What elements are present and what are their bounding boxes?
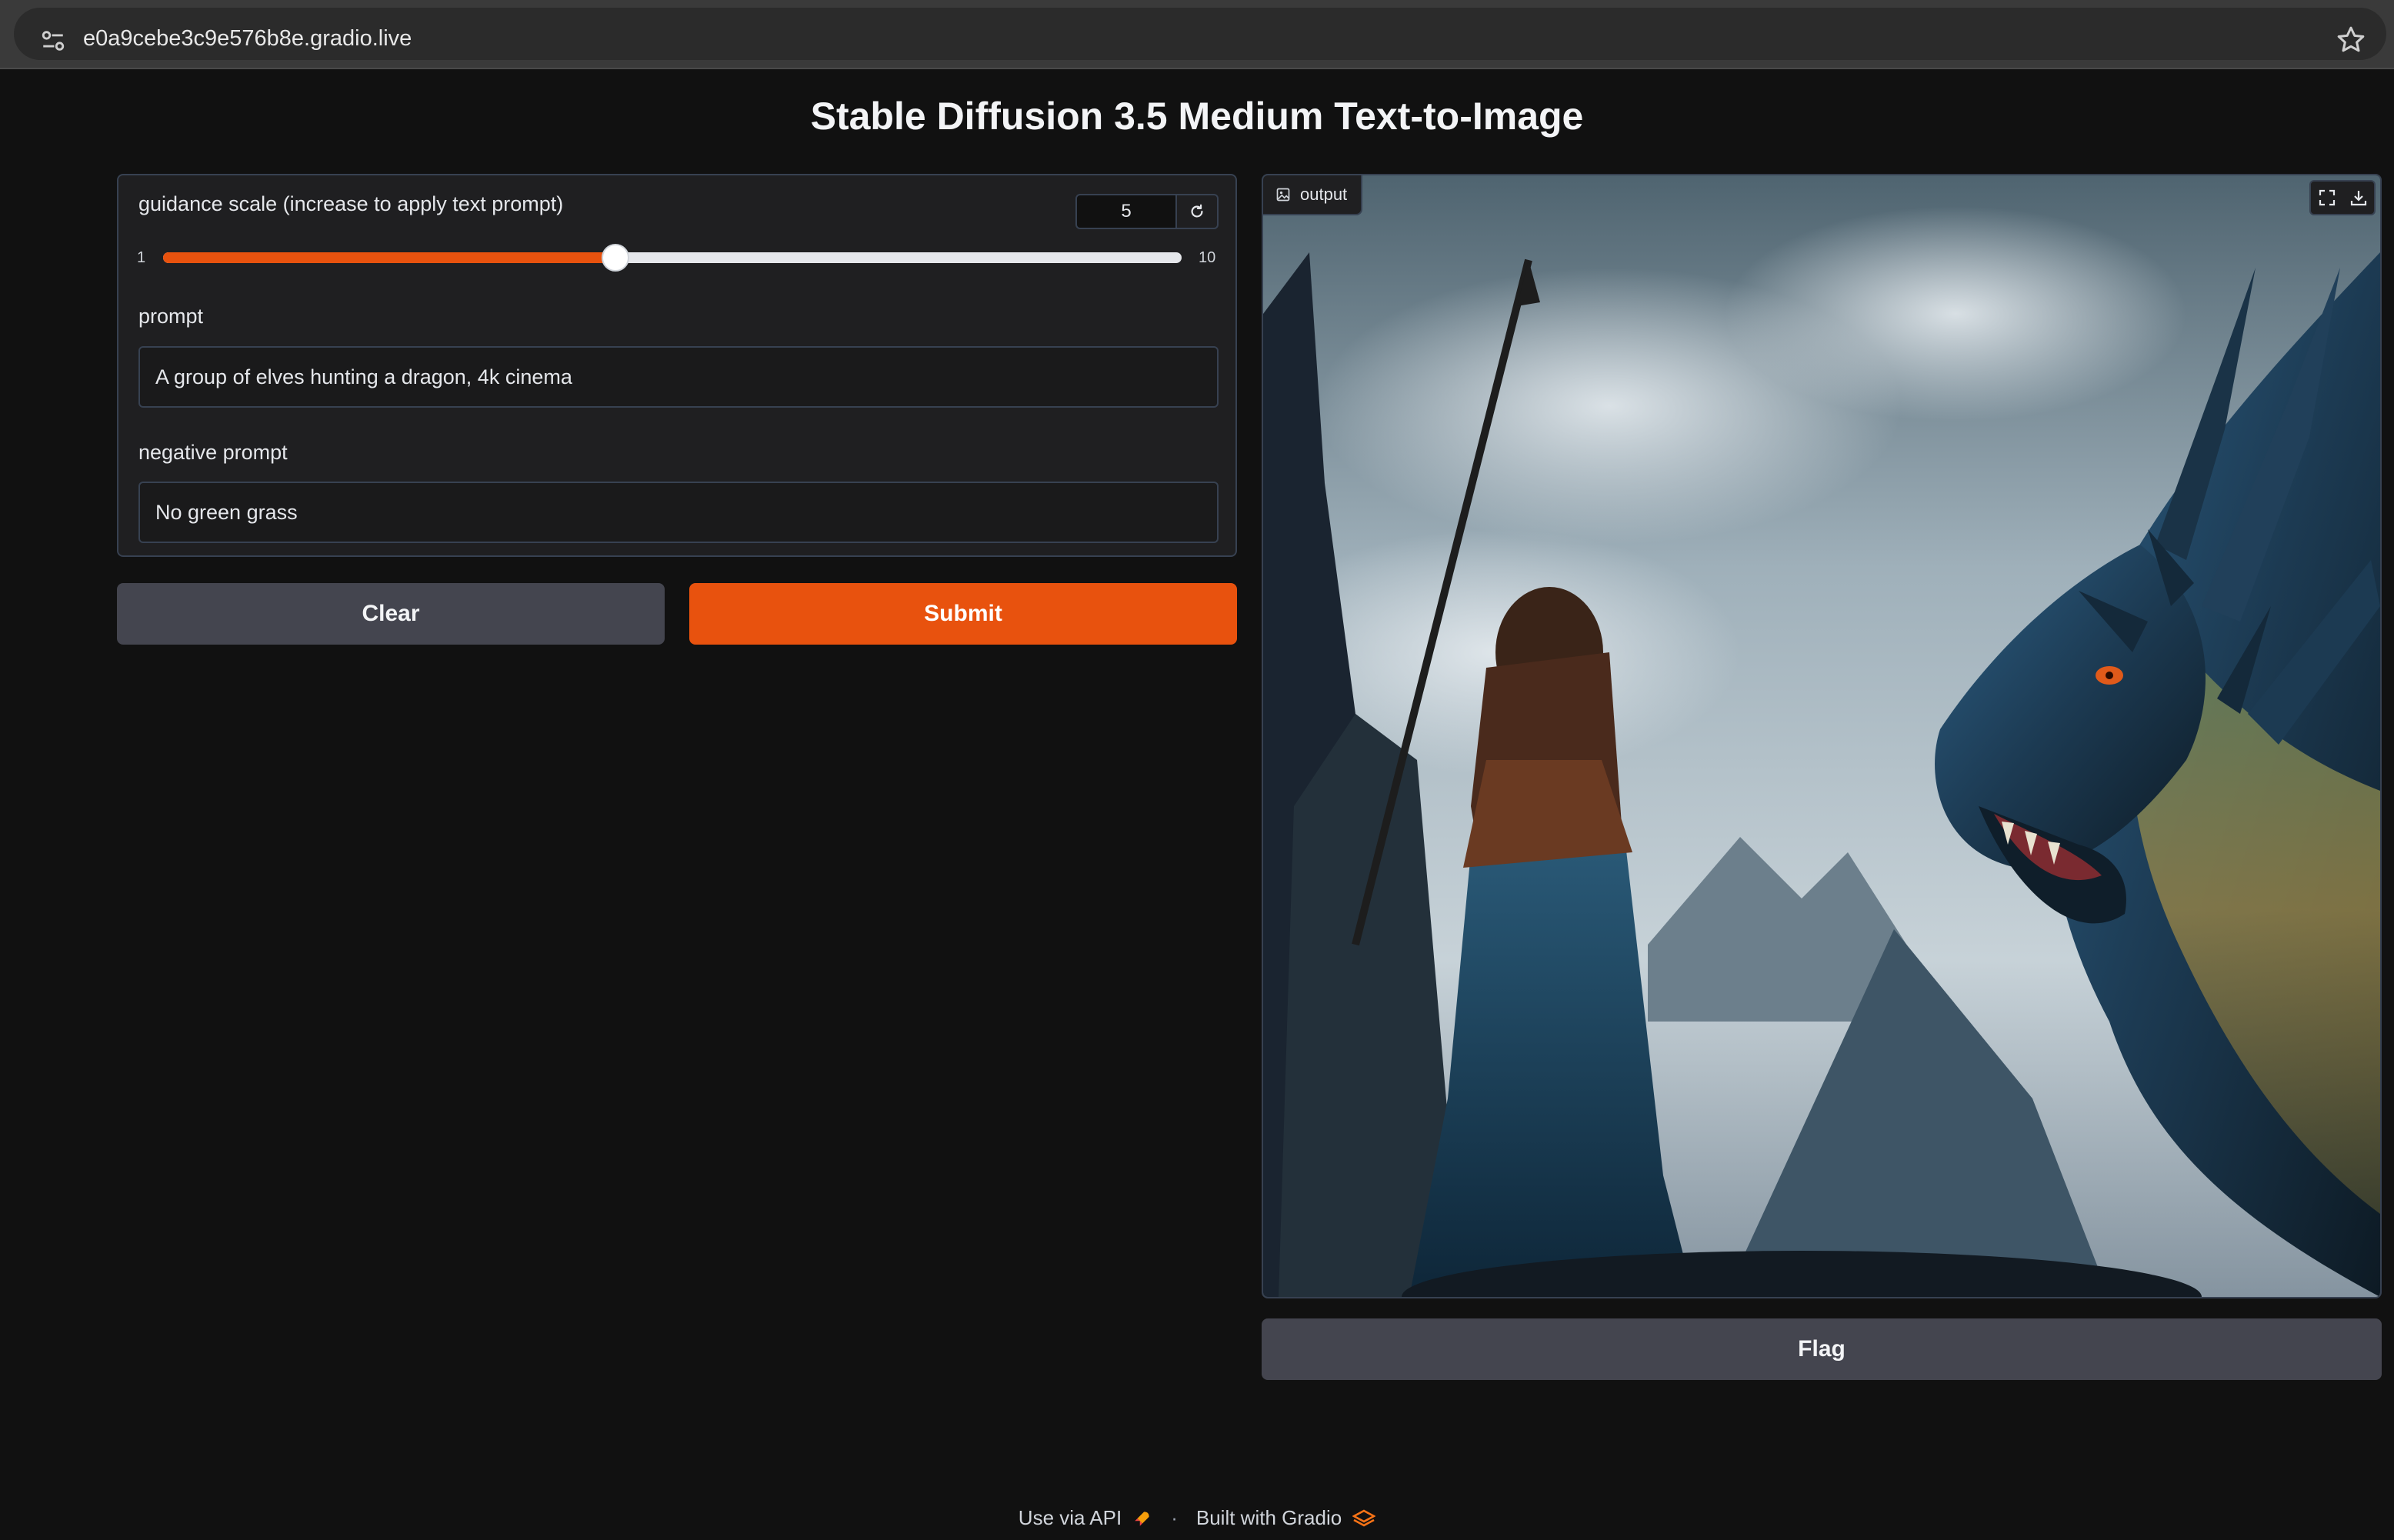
guidance-scale-number-input[interactable]: 5 [1075,194,1177,229]
clear-button[interactable]: Clear [117,583,665,645]
url-field[interactable]: e0a9cebe3c9e576b8e.gradio.live [14,8,2386,60]
slider-fill [163,252,616,263]
guidance-scale-slider[interactable] [163,244,1182,272]
output-image [1263,175,2380,1297]
prompt-label: prompt [138,305,204,328]
browser-address-bar: e0a9cebe3c9e576b8e.gradio.live [0,0,2394,69]
site-settings-icon[interactable] [40,28,66,54]
use-via-api-link[interactable]: Use via API [1019,1506,1122,1530]
negative-prompt-label: negative prompt [138,441,288,464]
fullscreen-icon[interactable] [2318,188,2336,207]
output-actions [2309,180,2376,215]
slider-min-label: 1 [137,249,146,266]
gradio-logo-icon [1352,1509,1376,1526]
output-panel: output [1262,174,2382,1298]
slider-thumb[interactable] [602,244,630,272]
prompt-input[interactable]: A group of elves hunting a dragon, 4k ci… [138,346,1219,408]
negative-prompt-input[interactable]: No green grass [138,482,1219,543]
bookmark-star-icon[interactable] [2336,25,2366,55]
page-title: Stable Diffusion 3.5 Medium Text-to-Imag… [810,95,1584,138]
image-icon [1276,188,1290,202]
reset-icon [1191,204,1203,218]
footer: Use via API · Built with Gradio [0,1506,2394,1530]
guidance-scale-label: guidance scale (increase to apply text p… [138,192,564,215]
footer-separator: · [1171,1506,1178,1529]
input-panel: guidance scale (increase to apply text p… [117,174,1237,557]
url-text[interactable]: e0a9cebe3c9e576b8e.gradio.live [83,26,412,52]
reset-button[interactable] [1175,194,1219,229]
download-icon[interactable] [2349,188,2368,207]
rocket-icon [1135,1511,1149,1526]
output-label: output [1300,185,1348,204]
flag-button[interactable]: Flag [1262,1318,2382,1380]
built-with-gradio-link[interactable]: Built with Gradio [1196,1506,1342,1530]
slider-max-label: 10 [1199,249,1216,266]
submit-button[interactable]: Submit [689,583,1237,645]
output-label-tag: output [1263,175,1363,215]
